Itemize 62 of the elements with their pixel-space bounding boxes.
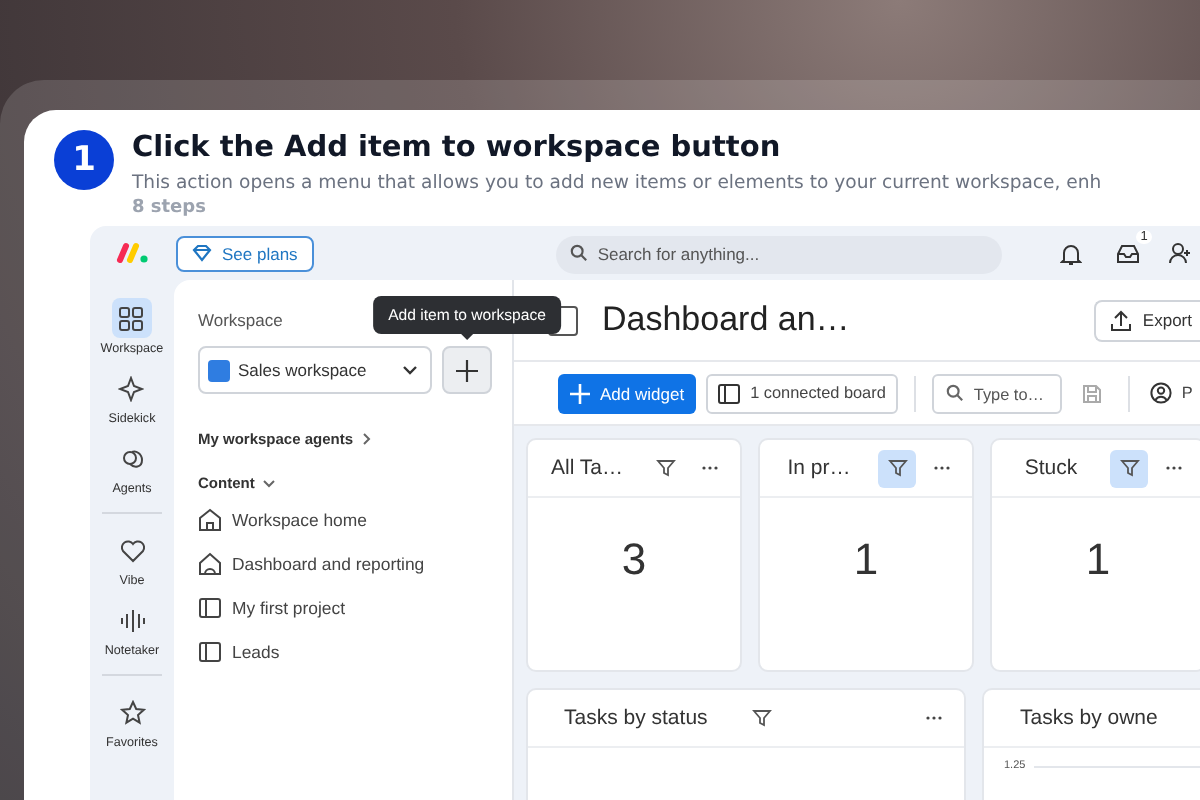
see-plans-button[interactable]: See plans	[176, 235, 314, 271]
step-title: Click the Add item to workspace button	[132, 130, 783, 166]
bell-icon[interactable]	[1059, 241, 1082, 265]
chevron-right-icon	[361, 432, 372, 446]
search-icon	[945, 384, 964, 402]
grid-icon	[118, 305, 145, 331]
add-person-icon[interactable]	[1167, 242, 1192, 264]
logo-icon	[116, 242, 150, 264]
workspace-icon	[208, 359, 230, 381]
board-icon	[198, 596, 222, 620]
sidebar-item[interactable]: Leads	[198, 636, 492, 668]
widget-title: In pr…	[785, 456, 853, 480]
more-icon[interactable]	[1164, 464, 1184, 472]
step-description: This action opens a menu that allows you to add new items or elements to your current workspace, enh	[132, 170, 1102, 196]
widget-value: 1	[1083, 534, 1113, 586]
more-icon[interactable]	[700, 464, 720, 472]
upload-icon	[1110, 309, 1133, 331]
plus-icon	[570, 383, 590, 403]
sound-wave-icon	[119, 607, 145, 633]
sidebar-item[interactable]: My first project	[198, 592, 492, 624]
add-widget-button[interactable]: Add widget	[558, 373, 697, 413]
widget-value: 3	[619, 534, 649, 586]
export-button[interactable]: Export	[1094, 299, 1200, 341]
board-icon	[198, 640, 222, 664]
widget-value: 1	[851, 534, 881, 586]
add-item-button[interactable]	[442, 346, 492, 394]
person-icon	[1149, 382, 1172, 404]
search-icon	[569, 244, 588, 262]
widget-title: All Ta…	[549, 456, 625, 480]
widget-title: Tasks by owne	[1020, 706, 1158, 730]
sidebar-item[interactable]: Dashboard and reporting	[198, 548, 492, 580]
house-icon	[198, 508, 222, 532]
dashboard-icon	[548, 305, 578, 335]
more-icon[interactable]	[932, 464, 952, 472]
widget-title: Stuck	[1022, 456, 1080, 480]
agents-icon	[119, 445, 145, 471]
chevron-down-icon	[402, 364, 418, 376]
plus-icon	[456, 359, 478, 381]
sidebar-item[interactable]: Workspace home	[198, 504, 492, 536]
filter-button[interactable]	[1110, 449, 1148, 487]
heart-icon	[119, 537, 145, 563]
step-count: 8 steps	[132, 196, 208, 220]
connected-board-button[interactable]: 1 connected board	[706, 373, 898, 413]
search-field[interactable]: Search for anything...	[555, 235, 1002, 273]
sparkle-icon	[118, 375, 145, 401]
star-icon	[119, 699, 145, 725]
diamond-icon	[192, 244, 212, 262]
dashboard-icon	[198, 552, 222, 576]
inbox-icon[interactable]	[1115, 243, 1140, 263]
workspace-dropdown[interactable]: Sales workspace	[198, 346, 432, 394]
more-icon[interactable]	[924, 714, 944, 722]
filter-icon	[752, 708, 773, 728]
panel-heading: Workspace	[198, 310, 283, 330]
board-icon	[718, 383, 741, 403]
dashboard-title: Dashboard an…	[602, 300, 852, 340]
filter-icon	[887, 458, 907, 478]
filter-icon	[655, 458, 675, 478]
filter-button[interactable]	[878, 449, 916, 487]
filter-icon	[1119, 458, 1139, 478]
filter-search-field[interactable]: Type to…	[931, 374, 1062, 414]
widget-title: Tasks by status	[564, 706, 708, 730]
step-number: 1	[54, 130, 114, 190]
